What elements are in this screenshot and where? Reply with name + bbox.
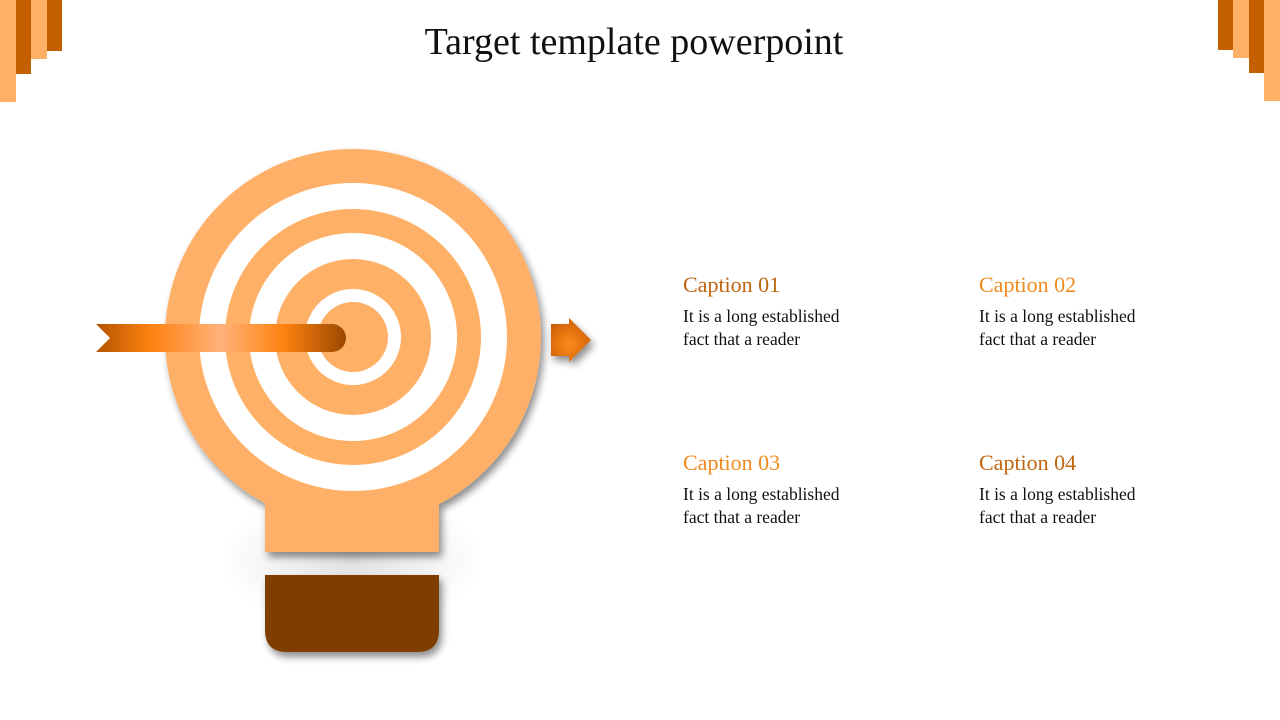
caption-title: Caption 02	[979, 272, 1077, 297]
caption-title: Caption 01	[683, 272, 781, 297]
caption-title: Caption 03	[683, 450, 781, 475]
caption-block-1: Caption 01 It is a long established fact …	[683, 271, 943, 351]
ribbon-arrow-icon	[96, 324, 346, 352]
caption-text: It is a long established fact that a read…	[979, 306, 1136, 349]
bulb-base	[265, 575, 439, 652]
caption-block-2: Caption 02 It is a long established fact …	[979, 271, 1239, 351]
caption-block-3: Caption 03 It is a long established fact …	[683, 449, 943, 529]
caption-text: It is a long established fact that a read…	[979, 484, 1136, 527]
caption-block-4: Caption 04 It is a long established fact …	[979, 449, 1239, 529]
caption-title: Caption 04	[979, 450, 1077, 475]
caption-text: It is a long established fact that a read…	[683, 306, 840, 349]
right-arrow-icon	[551, 318, 591, 362]
caption-text: It is a long established fact that a read…	[683, 484, 840, 527]
target-illustration	[96, 149, 591, 652]
